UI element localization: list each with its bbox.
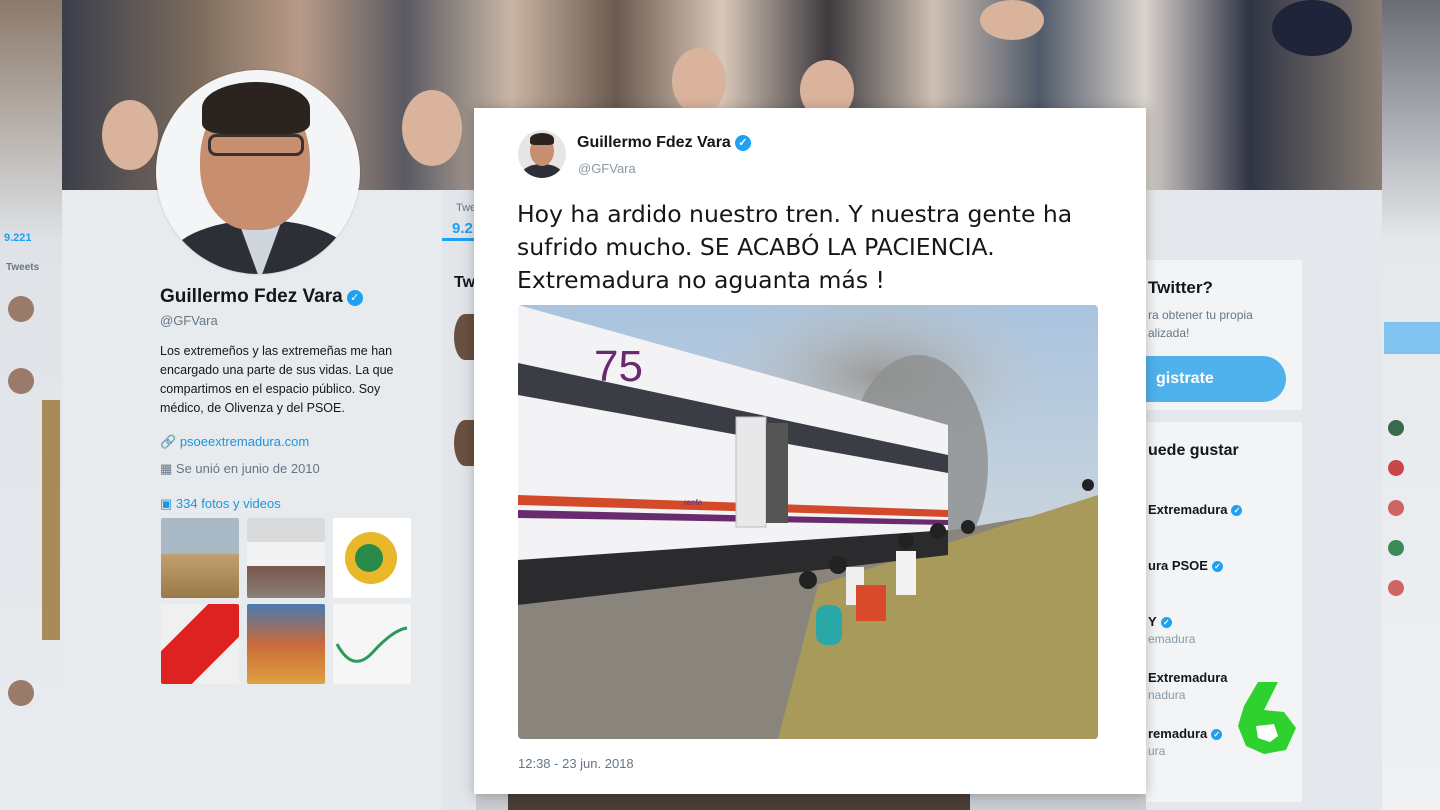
tweet-count-partial: 9.2 <box>452 220 473 237</box>
tweet-photo[interactable]: 75 renfe <box>518 305 1098 739</box>
background-left-strip: Tweets 9.221 <box>0 0 62 810</box>
photo-icon: ▣ <box>160 496 173 511</box>
profile-bio: Los extremeños y las extremeñas me han e… <box>160 344 394 415</box>
media-thumbnail[interactable] <box>161 518 239 598</box>
suggestion-name[interactable]: ura PSOE ✓ <box>1148 558 1223 573</box>
active-tab-underline <box>442 238 476 241</box>
suggestion-name[interactable]: Extremadura ✓ <box>1148 502 1243 517</box>
profile-joined-row: ▦ Se unió en junio de 2010 <box>160 461 320 477</box>
left-stat: 9.221 <box>4 232 32 244</box>
profile-website-row: 🔗 psoeextremadura.com <box>160 434 309 450</box>
verified-badge-icon: ✓ <box>734 134 751 151</box>
verified-badge-icon: ✓ <box>1160 617 1172 629</box>
avatar <box>1388 500 1404 516</box>
suggestions-title: uede gustar <box>1148 442 1239 459</box>
suggestion-handle: nadura <box>1148 688 1186 702</box>
tweet-author-avatar[interactable] <box>518 130 566 178</box>
avatar <box>8 680 34 706</box>
suggestion-handle: ura <box>1148 744 1166 758</box>
tweet-timestamp[interactable]: 12:38 - 23 jun. 2018 <box>518 756 634 771</box>
train-number: 75 <box>594 342 643 391</box>
suggestion-name[interactable]: Extremadura <box>1148 670 1227 685</box>
background-right-strip <box>1382 0 1440 810</box>
media-thumbnail[interactable] <box>333 604 411 684</box>
profile-media-row: ▣ 334 fotos y videos <box>160 496 281 512</box>
signup-text-line1: ra obtener tu propia <box>1148 308 1253 322</box>
signup-title: Twitter? <box>1148 278 1213 297</box>
avatar <box>1388 460 1404 476</box>
calendar-icon: ▦ <box>160 461 173 476</box>
tweet-author-handle[interactable]: @GFVara <box>578 161 636 176</box>
avatar <box>1388 420 1404 436</box>
profile-name-row: Guillermo Fdez Vara ✓ <box>160 286 363 308</box>
media-thumbnail[interactable] <box>247 604 325 684</box>
verified-badge-icon: ✓ <box>1211 729 1223 741</box>
suggestion-name[interactable]: remadura ✓ <box>1148 726 1223 741</box>
signup-button[interactable]: gistrate <box>1140 356 1286 402</box>
tweet-author-name-row[interactable]: Guillermo Fdez Vara ✓ <box>577 134 751 152</box>
six-logo-icon <box>1238 682 1296 754</box>
timeline-header-partial: Tw <box>454 274 476 291</box>
verified-badge-icon: ✓ <box>1231 505 1243 517</box>
avatar <box>1388 540 1404 556</box>
left-tab-label: Tweets <box>6 262 40 273</box>
media-thumbnail[interactable] <box>161 604 239 684</box>
profile-handle: @GFVara <box>160 313 218 328</box>
profile-avatar[interactable] <box>156 70 360 274</box>
signup-text-line2: alizada! <box>1148 326 1190 340</box>
thumbnail-line-graphic <box>335 626 408 663</box>
verified-badge-icon: ✓ <box>1211 561 1223 573</box>
avatar <box>8 296 34 322</box>
media-thumbnail[interactable] <box>247 518 325 598</box>
avatar <box>8 368 34 394</box>
train-fire-photo: 75 renfe <box>518 305 1098 739</box>
background-image-fragment <box>508 794 970 810</box>
background-button-fragment <box>1384 322 1440 354</box>
timeline-column-fragment: Twe 9.2 Tw <box>442 190 476 810</box>
avatar <box>454 314 476 360</box>
train-brand: renfe <box>684 498 703 507</box>
tweet-author-name[interactable]: Guillermo Fdez Vara <box>577 134 731 151</box>
profile-joined: Se unió en junio de 2010 <box>175 461 320 476</box>
profile-name: Guillermo Fdez Vara <box>160 286 343 307</box>
avatar <box>1388 580 1404 596</box>
profile-media-link[interactable]: 334 fotos y videos <box>176 496 281 511</box>
suggestion-name[interactable]: Y ✓ <box>1148 614 1172 629</box>
link-icon: 🔗 <box>160 434 177 449</box>
tweet-text: Hoy ha ardido nuestro tren. Y nuestra ge… <box>517 200 1073 294</box>
verified-badge-icon: ✓ <box>346 289 363 306</box>
avatar <box>454 420 476 466</box>
suggestion-handle: emadura <box>1148 632 1196 646</box>
background-image-fragment <box>42 400 60 640</box>
tv-channel-logo <box>1234 680 1298 756</box>
profile-website-link[interactable]: psoeextremadura.com <box>180 434 309 449</box>
media-thumbnail[interactable] <box>333 518 411 598</box>
